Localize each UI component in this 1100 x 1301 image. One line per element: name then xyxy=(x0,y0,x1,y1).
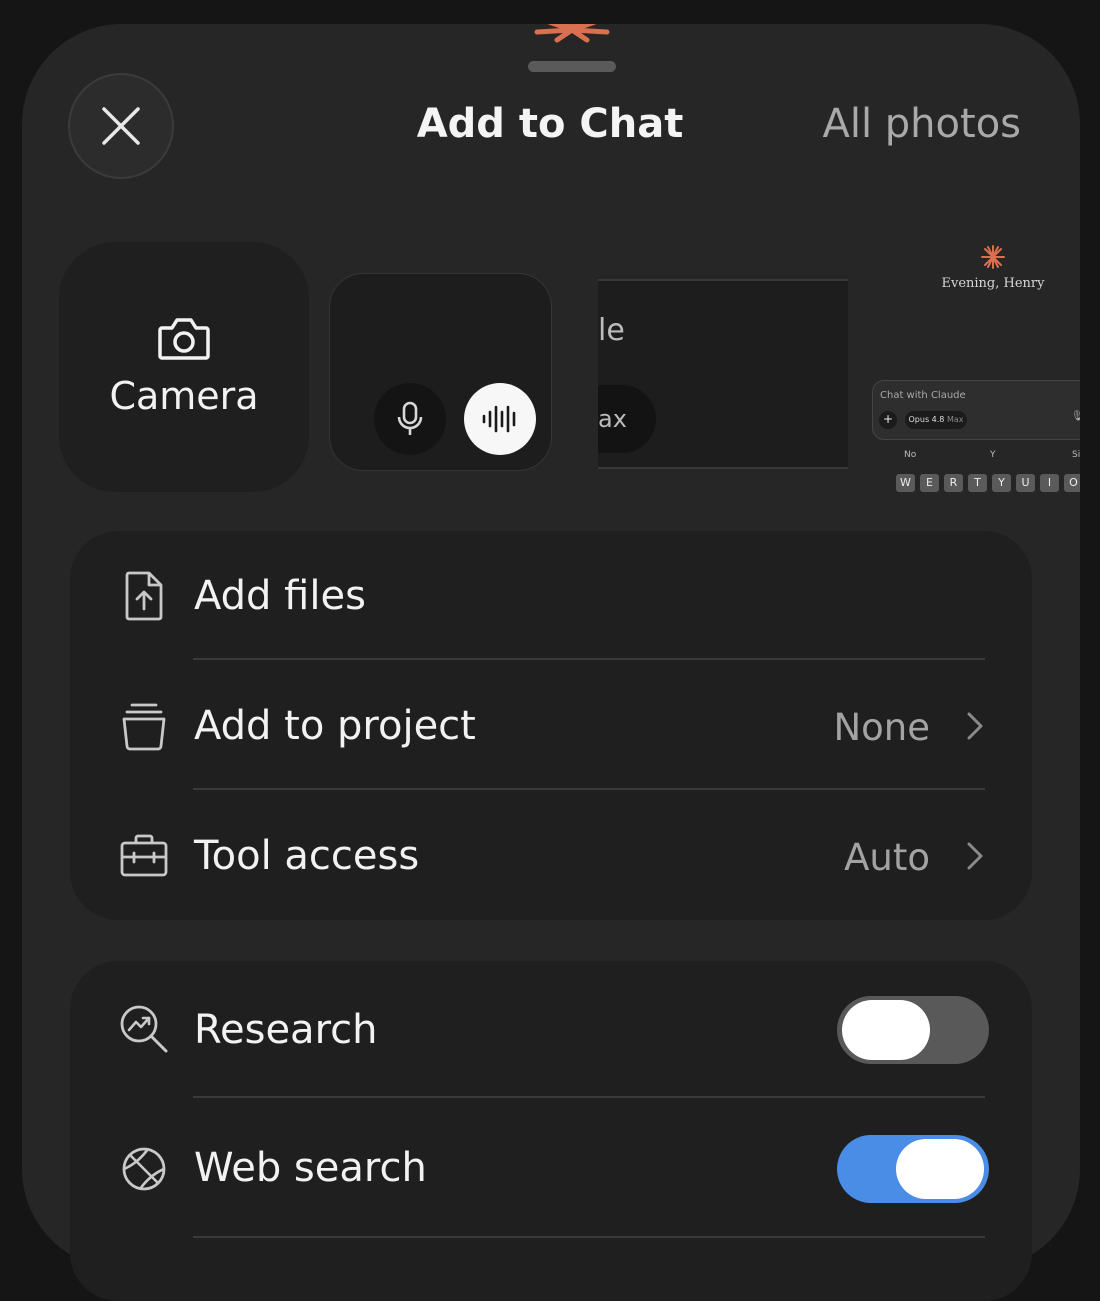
divider xyxy=(193,658,985,660)
photo-thumbnail[interactable]: Evening, Henry Chat with Claude + Opus 4… xyxy=(866,230,1080,492)
tool-access-label: Tool access xyxy=(194,833,420,879)
toggle-knob xyxy=(842,1000,930,1060)
tool-access-row[interactable]: Tool access Auto xyxy=(70,791,1032,920)
preview-key: R xyxy=(944,474,963,492)
preview-chat-input: Chat with Claude + Opus 4.8 Max 🎙 xyxy=(872,380,1080,440)
microphone-icon: 🎙 xyxy=(1071,411,1080,422)
preview-key: T xyxy=(968,474,987,492)
research-icon xyxy=(118,1003,170,1055)
plus-icon: + xyxy=(879,411,897,429)
preview-input-placeholder: Chat with Claude xyxy=(880,390,966,401)
preview-key: W xyxy=(896,474,915,492)
toggle-knob xyxy=(896,1139,984,1199)
preview-key: O xyxy=(1064,474,1080,492)
tool-access-value: Auto xyxy=(844,836,930,879)
file-upload-icon xyxy=(118,570,170,622)
chevron-right-icon xyxy=(967,712,983,740)
camera-icon xyxy=(158,318,210,360)
all-photos-link[interactable]: All photos xyxy=(822,101,1021,147)
claude-logo-icon xyxy=(534,24,610,43)
divider xyxy=(193,788,985,790)
project-box-icon xyxy=(118,700,170,752)
research-toggle[interactable] xyxy=(837,996,989,1064)
photo-thumbnail[interactable] xyxy=(329,273,552,471)
voice-mode-button xyxy=(464,383,536,455)
web-search-toggle[interactable] xyxy=(837,1135,989,1203)
preview-model-selector: Opus 4.8 Max xyxy=(905,411,967,429)
divider xyxy=(193,1236,985,1238)
microphone-icon xyxy=(397,401,423,435)
research-label: Research xyxy=(194,1007,378,1053)
thumbnail-text: le xyxy=(598,313,625,348)
research-row[interactable]: Research xyxy=(70,961,1032,1098)
preview-greeting: Evening, Henry xyxy=(941,276,1045,291)
chevron-right-icon xyxy=(967,842,983,870)
preview-key: E xyxy=(920,474,939,492)
options-card: Add files Add to project None Tool acces… xyxy=(70,531,1032,920)
preview-key: U xyxy=(1016,474,1035,492)
sheet-grabber[interactable] xyxy=(528,61,616,72)
toolbox-icon xyxy=(118,830,170,882)
web-search-row[interactable]: Web search xyxy=(70,1099,1032,1239)
preview-model-name: Opus 4.8 xyxy=(908,415,945,424)
add-to-project-row[interactable]: Add to project None xyxy=(70,661,1032,791)
preview-suggestion: Y xyxy=(990,450,996,460)
preview-suggestion: No xyxy=(904,450,917,460)
add-files-row[interactable]: Add files xyxy=(70,531,1032,661)
add-to-project-label: Add to project xyxy=(194,703,476,749)
thumbnail-pill-text: ax xyxy=(598,405,627,433)
preview-suggestion: Si xyxy=(1072,450,1080,460)
preview-key: I xyxy=(1040,474,1059,492)
add-files-label: Add files xyxy=(194,573,366,619)
toggles-card: Research Web search xyxy=(70,961,1032,1301)
preview-key: Y xyxy=(992,474,1011,492)
claude-logo-icon xyxy=(981,245,1005,269)
preview-model-tier: Max xyxy=(946,415,964,424)
web-search-label: Web search xyxy=(194,1145,427,1191)
mic-button xyxy=(374,383,446,455)
camera-button[interactable]: Camera xyxy=(59,242,309,492)
preview-keyboard: W E R T Y U I O xyxy=(896,474,1080,492)
divider xyxy=(193,1096,985,1098)
globe-icon xyxy=(118,1143,170,1195)
audio-waveform-icon xyxy=(482,405,516,433)
project-value: None xyxy=(833,706,930,749)
photo-thumbnail[interactable]: le ax xyxy=(598,279,848,469)
camera-label: Camera xyxy=(109,374,259,418)
